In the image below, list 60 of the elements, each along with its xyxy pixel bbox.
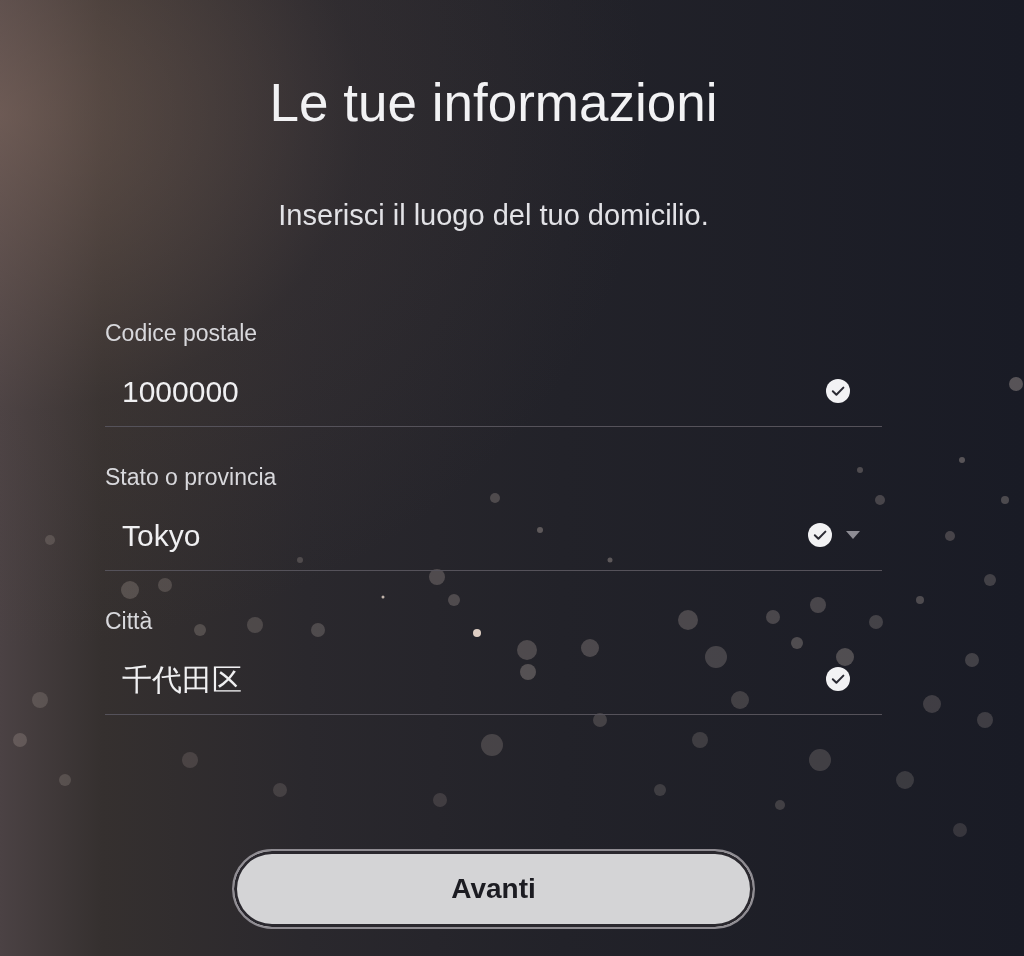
bokeh-dot (923, 695, 941, 713)
bokeh-dot (959, 457, 965, 463)
bokeh-dot (953, 823, 967, 837)
next-button[interactable]: Avanti (232, 849, 755, 929)
bokeh-dot (481, 734, 503, 756)
bokeh-dot (59, 774, 71, 786)
field-label: Codice postale (105, 319, 258, 347)
field-label: Città (105, 607, 153, 635)
bokeh-dot (381, 595, 385, 599)
bokeh-dot (121, 581, 139, 599)
bokeh-dot (182, 752, 198, 768)
bokeh-dot (537, 527, 543, 533)
bokeh-dot (517, 640, 537, 660)
bokeh-dot (158, 578, 172, 592)
bokeh-dot (13, 733, 27, 747)
bokeh-dot (857, 467, 863, 473)
bokeh-dot (45, 535, 55, 545)
bokeh-dot (916, 596, 924, 604)
text-field[interactable]: 千代田区 (105, 644, 882, 715)
bokeh-dot (678, 610, 698, 630)
bokeh-dot (875, 495, 885, 505)
bokeh-dot (945, 531, 955, 541)
bokeh-dot (520, 664, 536, 680)
bokeh-dot (809, 749, 831, 771)
bokeh-dot (984, 574, 996, 586)
bokeh-dot (836, 648, 854, 666)
bokeh-dot (869, 615, 883, 629)
bokeh-dot (607, 557, 613, 563)
bokeh-dot (977, 712, 993, 728)
bokeh-dot (433, 793, 447, 807)
bokeh-dot (490, 493, 500, 503)
bokeh-dot (1009, 377, 1023, 391)
bokeh-dot (593, 713, 607, 727)
bokeh-dot (311, 623, 325, 637)
bokeh-dot (775, 800, 785, 810)
bokeh-dot (896, 771, 914, 789)
instruction-text: Inserisci il luogo del tuo domicilio. (278, 198, 709, 233)
bokeh-dot (247, 617, 263, 633)
bokeh-dot (32, 692, 48, 708)
bokeh-dot (297, 557, 303, 563)
bokeh-dot (965, 653, 979, 667)
text-field[interactable]: 1000000 (105, 356, 882, 427)
field-label: Stato o provincia (105, 463, 277, 491)
bokeh-dot (810, 597, 826, 613)
bokeh-dot (705, 646, 727, 668)
bokeh-dot (791, 637, 803, 649)
bokeh-dot (654, 784, 666, 796)
bokeh-dot (273, 783, 287, 797)
bokeh-dot (1001, 496, 1009, 504)
bokeh-dot (429, 569, 445, 585)
bokeh-dot (766, 610, 780, 624)
caret-down-icon (846, 531, 860, 539)
dropdown-field[interactable]: Tokyo (105, 500, 882, 571)
bokeh-dot (194, 624, 206, 636)
bokeh-dot (692, 732, 708, 748)
bokeh-dot (731, 691, 749, 709)
bokeh-dot (581, 639, 599, 657)
bokeh-dot (473, 629, 481, 637)
page-title: Le tue informazioni (269, 73, 718, 133)
bokeh-dot (448, 594, 460, 606)
